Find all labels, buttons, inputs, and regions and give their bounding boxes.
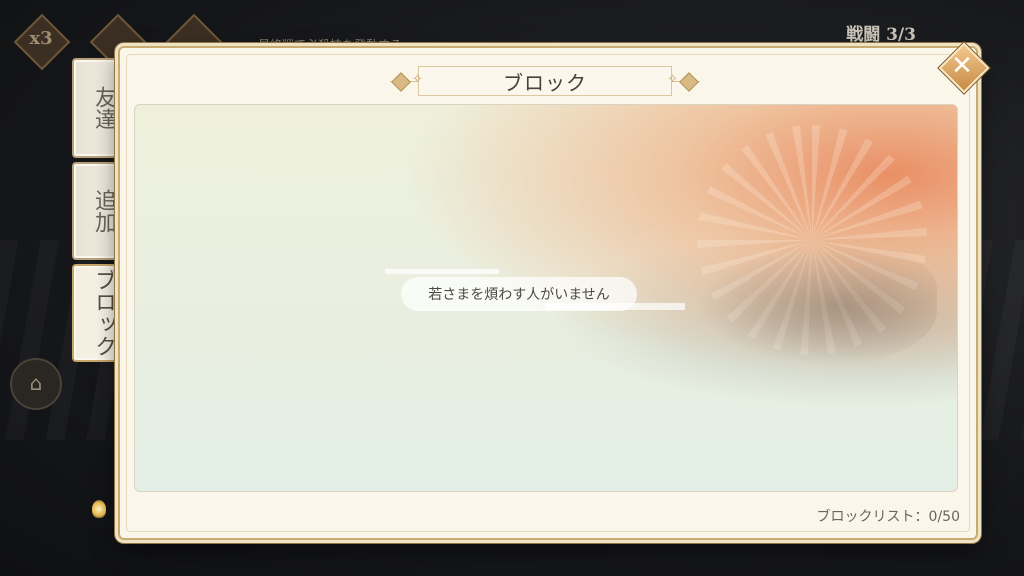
- title-bar: ✧ ✧ ブロック: [390, 66, 700, 96]
- dialog-title: ブロック: [503, 70, 587, 95]
- close-button[interactable]: ✕: [938, 42, 990, 94]
- close-icon: ✕: [951, 51, 973, 81]
- empty-state: 若さまを煩わす人がいません: [385, 269, 685, 311]
- brush-stroke: [385, 269, 499, 274]
- lantern-icon: [92, 500, 106, 518]
- empty-message: 若さまを煩わす人がいません: [428, 287, 610, 303]
- tab-block-label: ブロック: [91, 269, 116, 357]
- diamond-ornament-icon: [391, 72, 411, 92]
- sparkle-icon: ✧: [412, 72, 423, 87]
- battle-counter: 戦闘 3/3: [846, 25, 916, 45]
- tab-friends-label: 友達: [91, 86, 116, 130]
- block-list-count: ブロックリスト：0/50: [816, 509, 960, 525]
- tab-add-label: 追加: [91, 189, 116, 233]
- block-dialog: ✧ ✧ ブロック 若さまを煩わす人がいません ブロックリスト：0/50: [118, 46, 978, 540]
- sparkle-icon: ✧: [667, 72, 678, 87]
- speed-label: x3: [29, 28, 53, 49]
- block-list-area[interactable]: 若さまを煩わす人がいません: [134, 104, 958, 492]
- diamond-ornament-icon: [679, 72, 699, 92]
- empty-message-pill: 若さまを煩わす人がいません: [401, 277, 637, 311]
- home-icon[interactable]: ⌂: [10, 358, 62, 410]
